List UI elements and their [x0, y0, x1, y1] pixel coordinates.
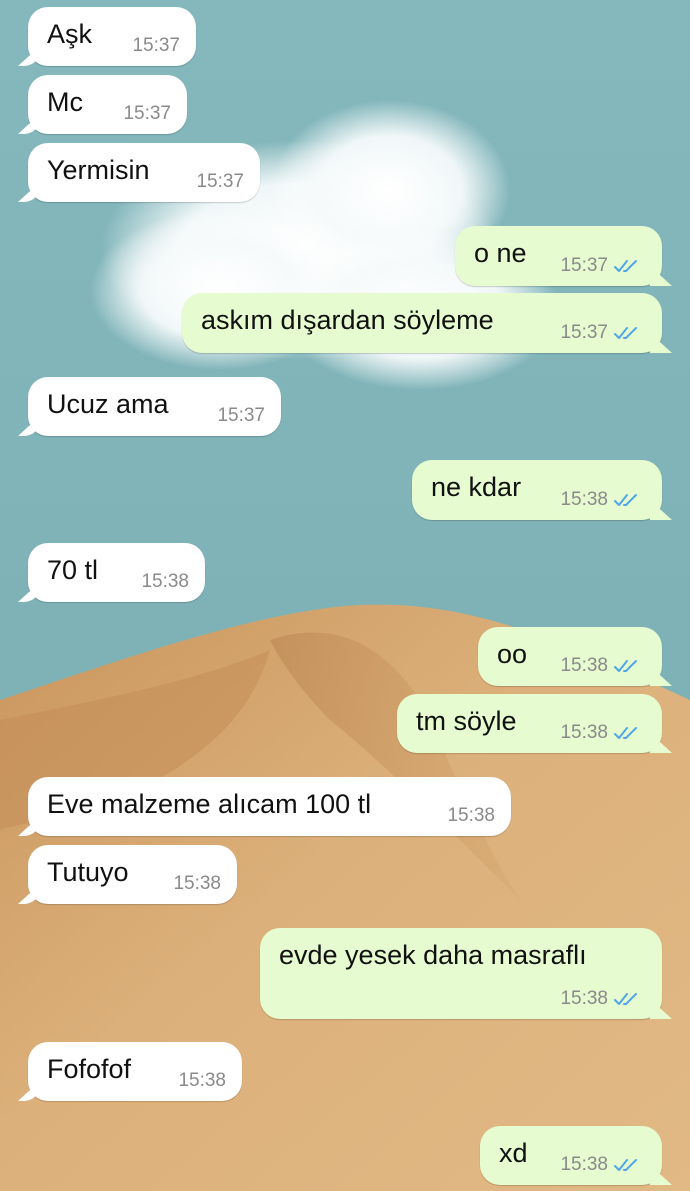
- message-text: ne kdar: [431, 472, 522, 502]
- message-bubble-incoming[interactable]: Fofofof 15:38: [28, 1042, 242, 1101]
- message-time: 15:37: [196, 171, 244, 192]
- message-text: Ucuz ama: [47, 389, 169, 419]
- message-time: 15:37: [132, 35, 180, 56]
- message-text: tm söyle: [416, 706, 517, 736]
- message-text: Eve malzeme alıcam 100 tl: [47, 789, 372, 819]
- message-meta: 15:37: [217, 405, 265, 427]
- message-bubble-incoming[interactable]: Ucuz ama 15:37: [28, 377, 281, 436]
- message-meta: 15:38: [560, 1154, 642, 1176]
- double-check-icon: [614, 260, 637, 272]
- message-meta: 15:38: [173, 873, 221, 895]
- double-check-icon: [614, 1159, 637, 1171]
- message-bubble-incoming[interactable]: Eve malzeme alıcam 100 tl 15:38: [28, 777, 511, 836]
- message-text: xd: [499, 1138, 528, 1168]
- message-meta: 15:37: [560, 255, 642, 277]
- message-bubble-outgoing[interactable]: askım dışardan söyleme 15:37: [182, 293, 662, 353]
- message-meta: 15:38: [447, 805, 495, 827]
- message-bubble-incoming[interactable]: Mc 15:37: [28, 75, 187, 134]
- message-bubble-outgoing[interactable]: evde yesek daha masraflı 15:38: [260, 928, 662, 1019]
- message-text: oo: [497, 639, 528, 669]
- message-meta: 15:37: [123, 103, 171, 125]
- message-meta: 15:37: [132, 35, 180, 57]
- message-text: askım dışardan söyleme: [201, 305, 494, 335]
- message-time: 15:38: [560, 1154, 608, 1175]
- double-check-icon: [614, 660, 637, 672]
- message-text: Tutuyo: [47, 857, 129, 887]
- message-list[interactable]: Aşk 15:37 Mc 15:37 Yermisin 15:37 o ne 1…: [0, 0, 690, 1191]
- message-time: 15:37: [560, 255, 608, 276]
- message-bubble-incoming[interactable]: 70 tl 15:38: [28, 543, 205, 602]
- message-bubble-outgoing[interactable]: o ne 15:37: [455, 226, 662, 286]
- message-time: 15:38: [560, 722, 608, 743]
- double-check-icon: [614, 494, 637, 506]
- message-meta: 15:37: [196, 171, 244, 193]
- message-meta: 15:38: [560, 988, 642, 1010]
- message-bubble-incoming[interactable]: Tutuyo 15:38: [28, 845, 237, 904]
- message-text: evde yesek daha masraflı: [279, 940, 587, 970]
- message-meta: 15:38: [141, 571, 189, 593]
- message-bubble-outgoing[interactable]: ne kdar 15:38: [412, 460, 662, 520]
- message-text: Mc: [47, 87, 83, 117]
- message-text: Aşk: [47, 19, 93, 49]
- message-meta: 15:38: [560, 655, 642, 677]
- message-time: 15:38: [560, 655, 608, 676]
- message-time: 15:38: [141, 571, 189, 592]
- message-text: Yermisin: [47, 155, 150, 185]
- double-check-icon: [614, 727, 637, 739]
- message-meta: 15:38: [560, 722, 642, 744]
- double-check-icon: [614, 993, 637, 1005]
- message-time: 15:38: [178, 1070, 226, 1091]
- message-time: 15:38: [560, 489, 608, 510]
- message-bubble-incoming[interactable]: Aşk 15:37: [28, 7, 196, 66]
- message-time: 15:37: [217, 405, 265, 426]
- message-time: 15:38: [560, 988, 608, 1009]
- message-bubble-outgoing[interactable]: tm söyle 15:38: [397, 694, 662, 753]
- double-check-icon: [614, 327, 637, 339]
- message-bubble-incoming[interactable]: Yermisin 15:37: [28, 143, 260, 202]
- message-text: 70 tl: [47, 555, 99, 585]
- message-bubble-outgoing[interactable]: xd 15:38: [480, 1126, 662, 1185]
- message-meta: 15:38: [560, 489, 642, 511]
- message-bubble-outgoing[interactable]: oo 15:38: [478, 627, 662, 686]
- message-text: o ne: [474, 238, 527, 268]
- message-time: 15:37: [560, 322, 608, 343]
- message-time: 15:37: [123, 103, 171, 124]
- message-text: Fofofof: [47, 1054, 132, 1084]
- message-meta: 15:38: [178, 1070, 226, 1092]
- message-time: 15:38: [447, 805, 495, 826]
- message-time: 15:38: [173, 873, 221, 894]
- message-meta: 15:37: [560, 322, 642, 344]
